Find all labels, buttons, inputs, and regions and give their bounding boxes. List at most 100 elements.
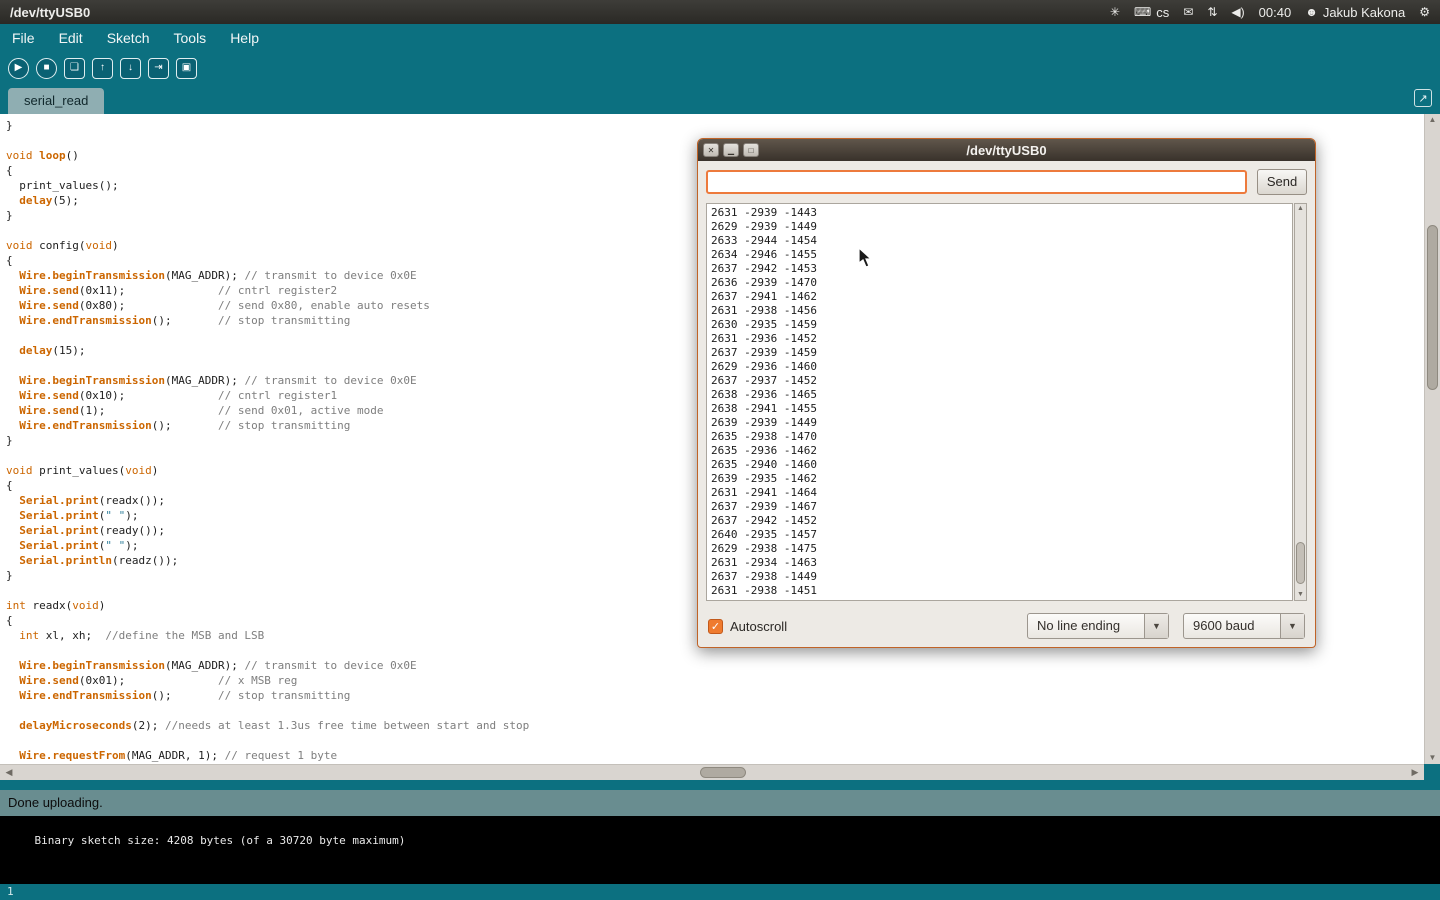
menu-sketch[interactable]: Sketch [107, 30, 150, 46]
code-line [6, 703, 1424, 718]
down-arrow-icon: ↓ [128, 63, 133, 73]
monitor-icon: ▣ [182, 63, 191, 73]
editor-vertical-scrollbar[interactable]: ▲ ▼ [1424, 114, 1440, 764]
serial-line: 2633 -2944 -1454 [711, 234, 1288, 248]
up-arrow-icon: ↑ [100, 63, 105, 73]
editor-horizontal-scrollbar[interactable]: ◀ ▶ [0, 764, 1424, 780]
code-line: Wire.endTransmission(); // stop transmit… [6, 688, 1424, 703]
tab-menu-button[interactable]: ↗ [1414, 89, 1432, 107]
stop-button[interactable]: ■ [36, 58, 57, 79]
status-bar: Done uploading. [0, 790, 1440, 816]
serial-line: 2637 -2941 -1462 [711, 290, 1288, 304]
serial-line: 2630 -2935 -1459 [711, 318, 1288, 332]
user-menu-label: Jakub Kakona [1323, 5, 1405, 20]
console-output: Binary sketch size: 4208 bytes (of a 307… [0, 816, 1440, 884]
user-menu[interactable]: ☻ Jakub Kakona [1305, 5, 1405, 20]
new-sketch-button[interactable]: ❏ [64, 58, 85, 79]
serial-line: 2638 -2936 -1465 [711, 388, 1288, 402]
serial-line: 2638 -2941 -1455 [711, 402, 1288, 416]
indicator-area: ✳ ⌨cs ✉ ⇅ ◀) 00:40 ☻ Jakub Kakona ⚙ [1110, 5, 1430, 20]
gear-icon: ⚙ [1419, 6, 1430, 18]
upload-button[interactable]: ⇥ [148, 58, 169, 79]
serial-line: 2635 -2936 -1462 [711, 444, 1288, 458]
serial-line: 2631 -2941 -1464 [711, 486, 1288, 500]
tab-bar: serial_read ↗ [0, 84, 1440, 114]
serial-line: 2637 -2942 -1452 [711, 514, 1288, 528]
serial-line: 2629 -2939 -1449 [711, 220, 1288, 234]
volume-indicator[interactable]: ◀) [1231, 6, 1244, 18]
open-button[interactable]: ↑ [92, 58, 113, 79]
serial-scroll-down-icon[interactable]: ▼ [1295, 590, 1306, 600]
autoscroll-option: ✓ Autoscroll [708, 619, 787, 634]
serial-output-scrollbar[interactable]: ▲ ▼ [1294, 203, 1307, 601]
send-button[interactable]: Send [1257, 169, 1307, 195]
applet-indicator[interactable]: ✳ [1110, 6, 1120, 18]
code-line: Wire.beginTransmission(MAG_ADDR); // tra… [6, 658, 1424, 673]
code-line: Wire.send(0x01); // x MSB reg [6, 673, 1424, 688]
status-message: Done uploading. [8, 795, 103, 810]
maximize-button[interactable]: □ [743, 143, 759, 157]
serial-scrollbar-thumb[interactable] [1296, 542, 1305, 584]
serial-line: 2637 -2942 -1453 [711, 262, 1288, 276]
serial-line: 2637 -2937 -1452 [711, 374, 1288, 388]
serial-input[interactable] [706, 170, 1247, 194]
serial-line: 2637 -2939 -1459 [711, 346, 1288, 360]
session-menu[interactable]: ⚙ [1419, 6, 1430, 18]
serial-input-row: Send [706, 169, 1307, 195]
line-number-strip: 1 [0, 884, 1440, 900]
autoscroll-checkbox[interactable]: ✓ [708, 619, 723, 634]
serial-line: 2635 -2940 -1460 [711, 458, 1288, 472]
menu-help[interactable]: Help [230, 30, 259, 46]
network-indicator[interactable]: ⇅ [1207, 6, 1217, 18]
top-panel: /dev/ttyUSB0 ✳⌨cs✉⇅◀)00:40☻Jakub Kakona⚙ [0, 0, 1440, 24]
line-number: 1 [7, 885, 14, 898]
applet-icon: ✳ [1110, 6, 1120, 18]
serial-line: 2639 -2935 -1462 [711, 472, 1288, 486]
horizontal-scrollbar-thumb[interactable] [700, 767, 746, 778]
serial-line: 2637 -2938 -1449 [711, 570, 1288, 584]
scroll-down-arrow-icon[interactable]: ▼ [1425, 752, 1440, 764]
minimize-button[interactable]: ▁ [723, 143, 739, 157]
mail-icon: ✉ [1183, 6, 1193, 18]
baud-rate-value: 9600 baud [1184, 614, 1280, 638]
clock-indicator-label: 00:40 [1259, 5, 1292, 20]
verify-button[interactable]: ▶ [8, 58, 29, 79]
serial-monitor-title: /dev/ttyUSB0 [698, 143, 1315, 158]
serial-output[interactable]: 2631 -2939 -14432629 -2939 -14492633 -29… [706, 203, 1293, 601]
user-icon: ☻ [1305, 6, 1318, 18]
serial-line: 2631 -2936 -1452 [711, 332, 1288, 346]
scroll-right-arrow-icon[interactable]: ▶ [1408, 765, 1422, 780]
popout-icon: ↗ [1418, 92, 1427, 105]
tab-label: serial_read [24, 93, 88, 108]
baud-rate-select[interactable]: 9600 baud ▼ [1183, 613, 1305, 639]
serial-line: 2634 -2946 -1455 [711, 248, 1288, 262]
serial-scroll-up-icon[interactable]: ▲ [1295, 204, 1306, 214]
keyboard-indicator-label: cs [1156, 5, 1169, 20]
serial-monitor-titlebar[interactable]: /dev/ttyUSB0 ✕ ▁ □ [698, 139, 1315, 161]
serial-line: 2637 -2939 -1467 [711, 500, 1288, 514]
stop-icon: ■ [43, 63, 49, 73]
line-ending-select[interactable]: No line ending ▼ [1027, 613, 1169, 639]
close-button[interactable]: ✕ [703, 143, 719, 157]
clock-indicator[interactable]: 00:40 [1259, 5, 1292, 20]
menu-file[interactable]: File [12, 30, 35, 46]
keyboard-indicator[interactable]: ⌨cs [1134, 5, 1169, 20]
menu-edit[interactable]: Edit [59, 30, 83, 46]
serial-line: 2631 -2938 -1451 [711, 584, 1288, 598]
network-arrows-icon: ⇅ [1207, 6, 1217, 18]
menu-tools[interactable]: Tools [174, 30, 207, 46]
serial-line: 2629 -2936 -1460 [711, 360, 1288, 374]
vertical-scrollbar-thumb[interactable] [1427, 225, 1438, 390]
scroll-left-arrow-icon[interactable]: ◀ [2, 765, 16, 780]
volume-icon: ◀) [1231, 6, 1244, 18]
window-buttons: ✕ ▁ □ [703, 143, 759, 157]
serial-monitor-button[interactable]: ▣ [176, 58, 197, 79]
new-file-icon: ❏ [70, 63, 79, 73]
menu-bar: File Edit Sketch Tools Help [0, 24, 1440, 52]
tab-serial-read[interactable]: serial_read [8, 88, 104, 114]
mail-indicator[interactable]: ✉ [1183, 6, 1193, 18]
desktop: /dev/ttyUSB0 ✳ ⌨cs ✉ ⇅ ◀) 00:40 ☻ Jakub Kakona ⚙… [0, 0, 1440, 900]
scroll-up-arrow-icon[interactable]: ▲ [1425, 114, 1440, 126]
right-arrow-icon: ⇥ [154, 63, 162, 73]
save-button[interactable]: ↓ [120, 58, 141, 79]
